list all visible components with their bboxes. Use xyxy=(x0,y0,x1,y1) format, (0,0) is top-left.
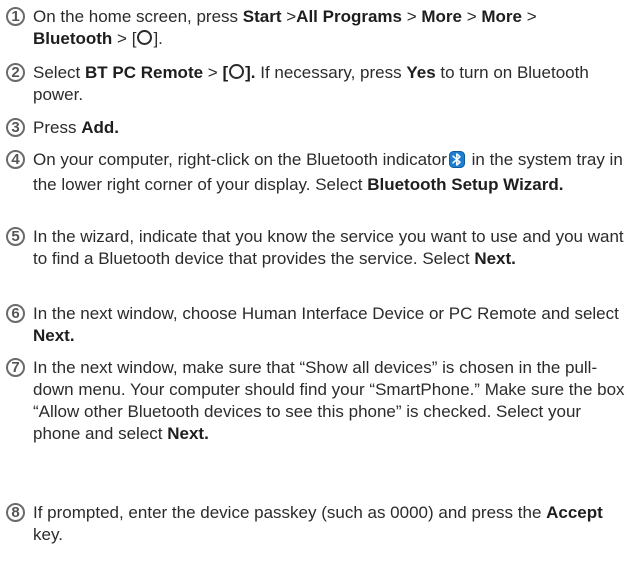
bold-text: All Programs xyxy=(296,7,402,26)
circle-key-icon xyxy=(229,64,245,79)
step-number-4: 4 xyxy=(6,150,25,169)
bold-text: Bluetooth Setup Wizard. xyxy=(367,175,564,194)
text: On your computer, right-click on the Blu… xyxy=(33,150,447,169)
step-number-7: 7 xyxy=(6,358,25,377)
bold-text: Add. xyxy=(81,118,119,137)
circle-key-icon xyxy=(137,30,153,45)
text: key. xyxy=(33,525,63,544)
step-2-text: Select BT PC Remote > []. If necessary, … xyxy=(33,62,633,106)
bold-text: Accept xyxy=(546,503,603,522)
step-8-text: If prompted, enter the device passkey (s… xyxy=(33,502,633,546)
bold-text: Start xyxy=(242,7,282,26)
step-5-text: In the wizard, indicate that you know th… xyxy=(33,226,633,270)
bold-text: BT PC Remote xyxy=(84,63,204,82)
bold-text: ]. xyxy=(245,63,256,82)
step-3-text: Press Add. xyxy=(33,117,633,139)
step-1-text: On the home screen, press Start >All Pro… xyxy=(33,6,633,50)
step-number-2: 2 xyxy=(6,63,25,82)
text: > xyxy=(461,7,482,26)
text: > xyxy=(203,63,223,82)
bold-text: [ xyxy=(222,63,229,82)
text: > xyxy=(281,7,297,26)
step-number-8: 8 xyxy=(6,503,25,522)
step-7-text: In the next window, make sure that “Show… xyxy=(33,357,633,445)
bold-text: Next. xyxy=(33,326,75,345)
bold-text: More xyxy=(481,7,522,26)
text: On the home screen, press xyxy=(33,7,243,26)
bluetooth-icon xyxy=(448,151,465,174)
text: ]. xyxy=(153,29,163,48)
text: > xyxy=(521,7,537,26)
text: Press xyxy=(33,118,82,137)
step-number-3: 3 xyxy=(6,118,25,137)
text: > xyxy=(401,7,422,26)
step-number-1: 1 xyxy=(6,7,25,26)
text: If necessary, press xyxy=(255,63,407,82)
text: Select xyxy=(33,63,85,82)
text: If prompted, enter the device passkey (s… xyxy=(33,503,547,522)
step-number-5: 5 xyxy=(6,227,25,246)
bold-text: More xyxy=(421,7,462,26)
bold-text: Bluetooth xyxy=(33,29,113,48)
bold-text: Yes xyxy=(406,63,436,82)
text: In the wizard, indicate that you know th… xyxy=(33,227,624,268)
text: > [ xyxy=(112,29,137,48)
step-number-6: 6 xyxy=(6,304,25,323)
step-4-text: On your computer, right-click on the Blu… xyxy=(33,149,633,196)
step-6-text: In the next window, choose Human Interfa… xyxy=(33,303,633,347)
bold-text: Next. xyxy=(474,249,516,268)
bold-text: Next. xyxy=(167,424,209,443)
text: In the next window, make sure that “Show… xyxy=(33,358,625,443)
text: In the next window, choose Human Interfa… xyxy=(33,304,619,323)
